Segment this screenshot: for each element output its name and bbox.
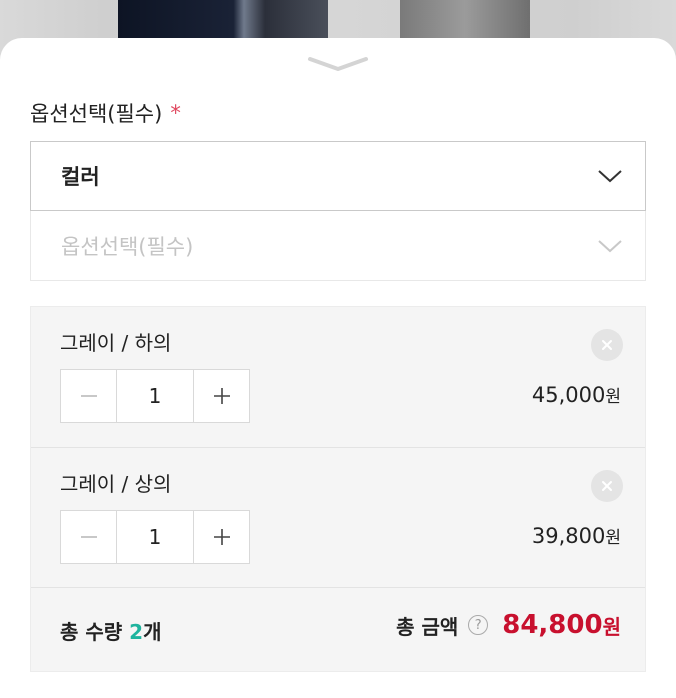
decrease-quantity-button[interactable]	[61, 370, 116, 422]
total-quantity-unit: 개	[143, 620, 162, 644]
increase-quantity-button[interactable]	[194, 511, 249, 563]
item-price-currency: 원	[605, 387, 621, 407]
remove-item-button[interactable]	[591, 329, 623, 361]
total-amount-label: 총 금액	[396, 614, 459, 639]
item-name: 그레이 / 상의	[60, 472, 172, 496]
order-summary: 총 수량 2개 총 금액 ? 84,800 원	[31, 587, 645, 672]
chevron-down-icon	[598, 170, 622, 183]
help-icon[interactable]: ?	[468, 615, 489, 635]
item-price-value: 39,800	[531, 524, 606, 548]
color-select-label: 컬러	[61, 165, 100, 189]
selected-item: 그레이 / 하의 1 45,000원	[31, 307, 645, 447]
selected-items-panel: 그레이 / 하의 1 45,000원 그레이 / 상의 1 39,800원 총 …	[30, 306, 646, 672]
total-quantity-label: 총 수량	[60, 620, 130, 644]
chevron-down-icon	[598, 239, 622, 252]
total-quantity: 총 수량 2개	[60, 616, 161, 645]
color-select[interactable]: 컬러	[30, 141, 646, 211]
minus-icon	[80, 536, 97, 538]
option-select-placeholder: 옵션선택(필수)	[61, 234, 194, 259]
total-amount: 총 금액 ? 84,800 원	[396, 610, 621, 640]
quantity-stepper: 1	[60, 510, 250, 564]
decrease-quantity-button[interactable]	[61, 511, 116, 563]
close-icon	[602, 481, 612, 491]
section-title-text: 옵션선택(필수)	[30, 102, 163, 126]
required-mark: *	[170, 101, 181, 125]
plus-icon	[213, 388, 230, 404]
quantity-value[interactable]: 1	[116, 370, 194, 422]
item-price: 39,800원	[532, 523, 621, 548]
remove-item-button[interactable]	[591, 470, 623, 502]
minus-icon	[80, 395, 97, 397]
close-icon	[602, 340, 612, 350]
total-quantity-count: 2	[129, 620, 144, 644]
item-price-currency: 원	[605, 528, 621, 548]
total-amount-currency: 원	[602, 614, 621, 639]
item-price: 45,000원	[532, 382, 621, 407]
increase-quantity-button[interactable]	[194, 370, 249, 422]
quantity-value[interactable]: 1	[116, 511, 194, 563]
item-price-value: 45,000	[531, 383, 606, 407]
chevron-down-icon[interactable]	[306, 54, 370, 74]
section-title: 옵션선택(필수) *	[30, 98, 181, 128]
item-name: 그레이 / 하의	[60, 331, 172, 355]
option-select[interactable]: 옵션선택(필수)	[30, 211, 646, 281]
total-amount-value: 84,800	[502, 610, 603, 640]
selected-item: 그레이 / 상의 1 39,800원	[31, 447, 645, 588]
plus-icon	[213, 529, 230, 545]
quantity-stepper: 1	[60, 369, 250, 423]
option-bottom-sheet: 옵션선택(필수) * 컬러 옵션선택(필수) 그레이 / 하의 1 45,000…	[0, 38, 676, 698]
